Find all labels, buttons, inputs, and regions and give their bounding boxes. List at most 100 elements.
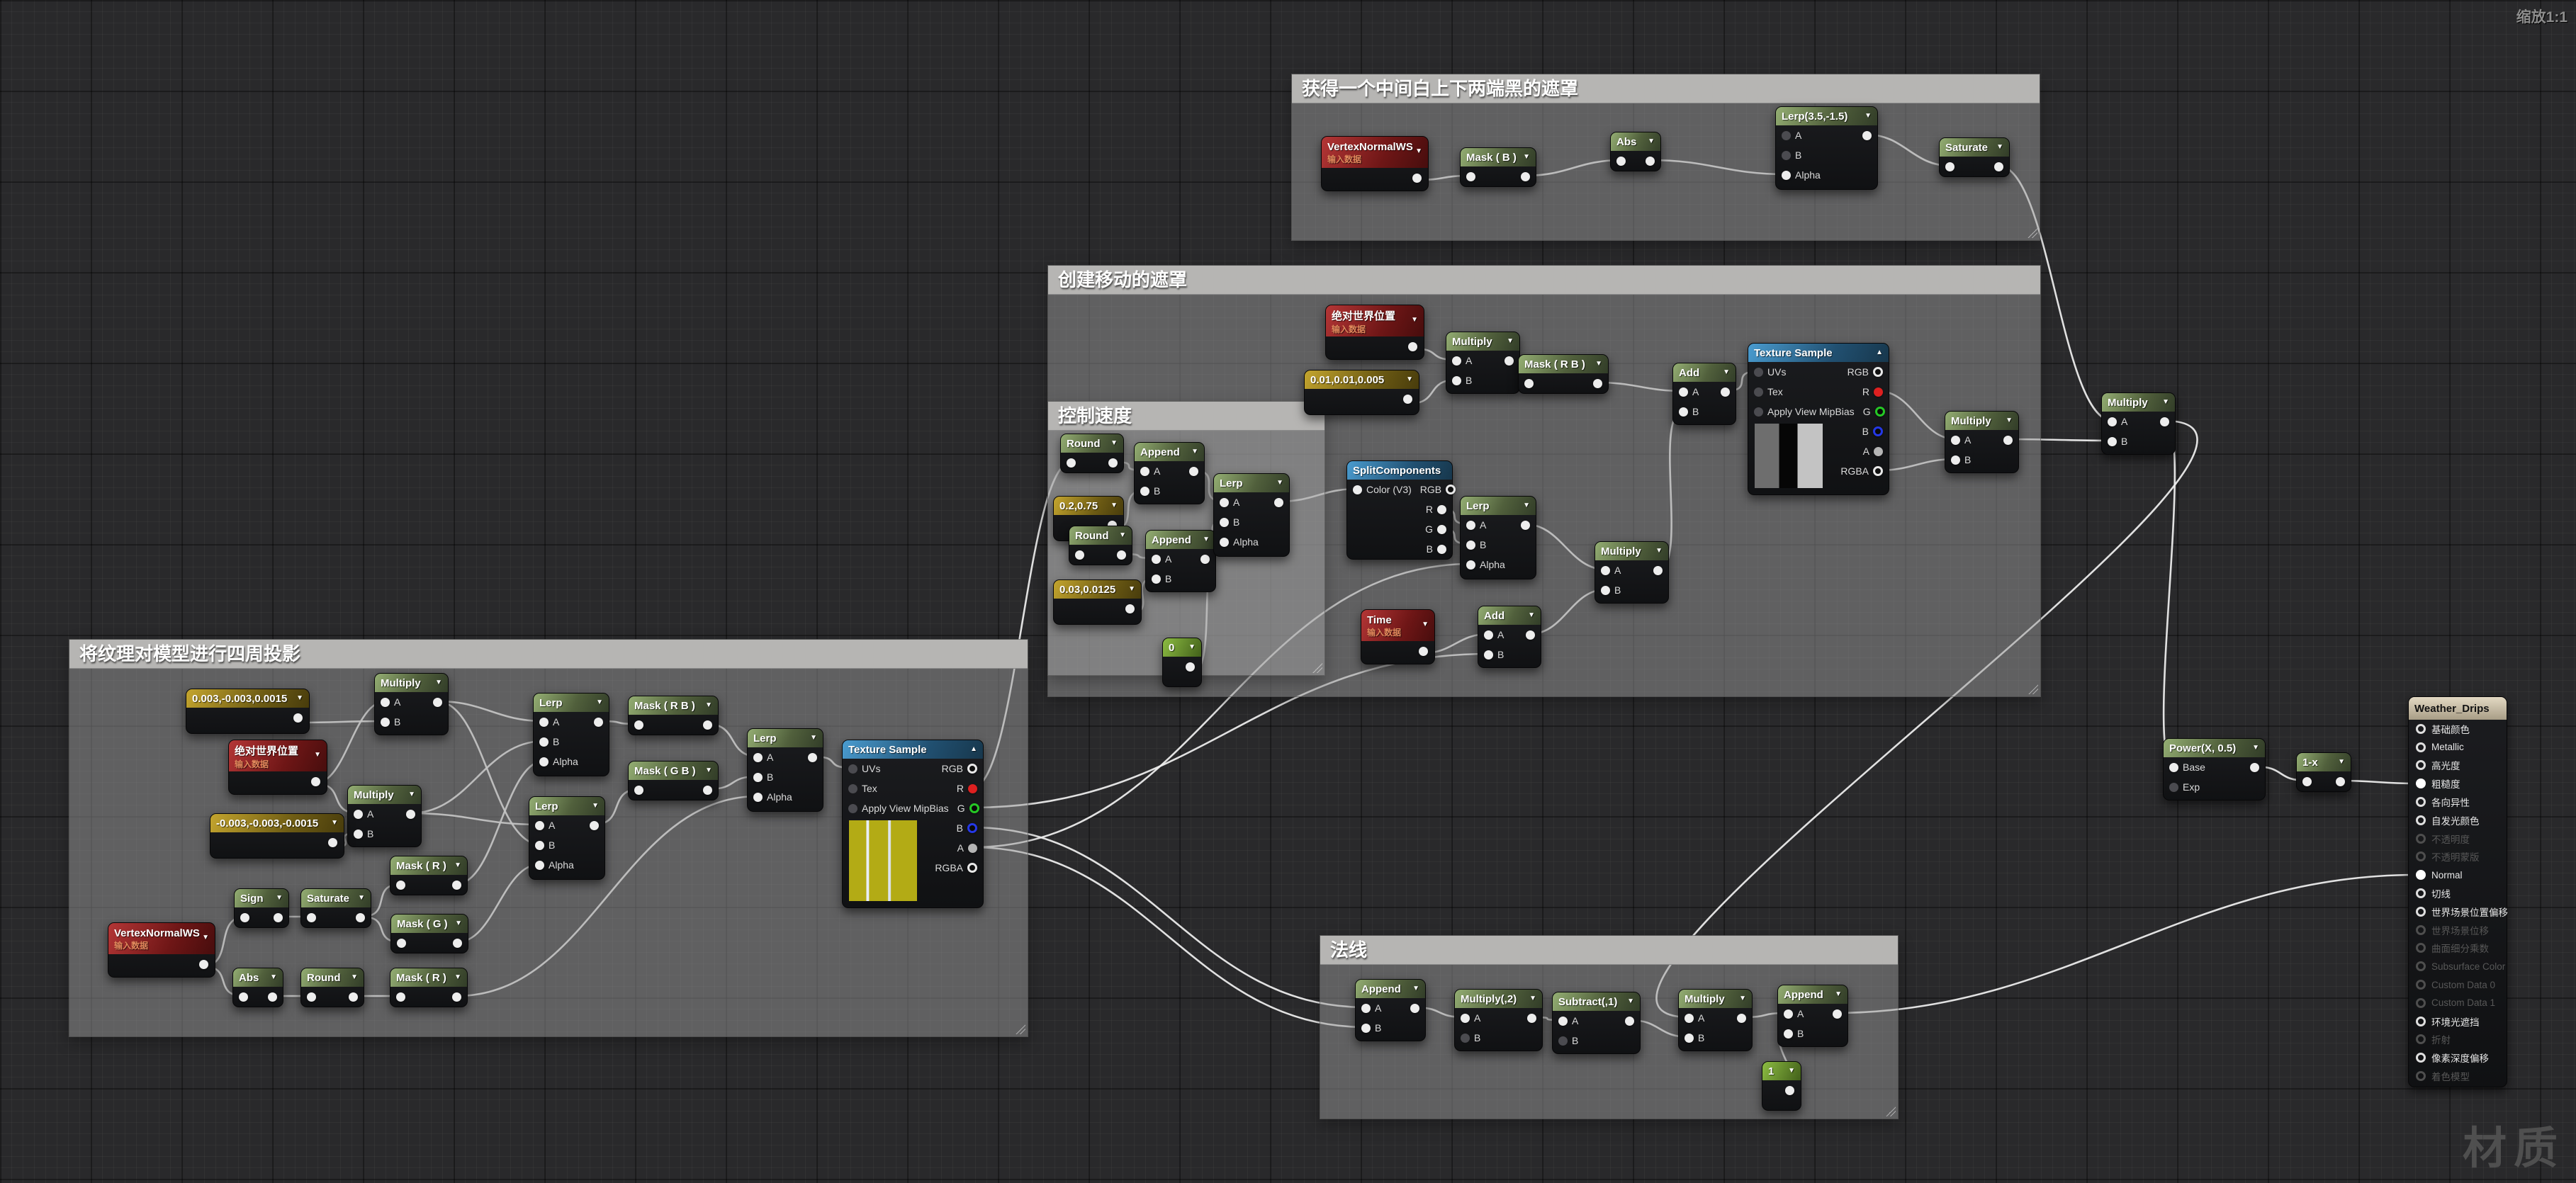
node-header[interactable]: 0.2,0.75▼	[1054, 497, 1123, 515]
output-pin-RGB[interactable]	[967, 764, 977, 774]
chevron-down-icon[interactable]: ▼	[1115, 532, 1126, 539]
node-header[interactable]: Round▼	[1061, 434, 1123, 453]
chevron-down-icon[interactable]: ▼	[1411, 148, 1422, 155]
node-lerp-speed[interactable]: Lerp▼ABAlpha	[1213, 473, 1290, 557]
node-header[interactable]: 绝对世界位置输入数据▼	[1326, 305, 1424, 336]
chevron-down-icon[interactable]: ▼	[1408, 985, 1419, 992]
input-pin-A[interactable]	[535, 821, 544, 830]
chevron-down-icon[interactable]: ▼	[1524, 612, 1535, 619]
output-pin-RGB[interactable]	[1873, 367, 1883, 377]
chevron-down-icon[interactable]: ▼	[450, 974, 461, 981]
output-pin-B[interactable]	[1873, 426, 1883, 436]
material-pin[interactable]	[2416, 742, 2426, 752]
output-pin-RGBA[interactable]	[1873, 466, 1883, 476]
node-mul-far[interactable]: Multiply▼AB	[2101, 392, 2176, 455]
output-pin[interactable]	[1117, 550, 1126, 560]
node-header[interactable]: Power(X, 0.5)▼	[2164, 739, 2265, 757]
chevron-down-icon[interactable]: ▼	[198, 934, 209, 941]
output-pin-B[interactable]	[1437, 545, 1446, 554]
node-const-a[interactable]: 0.003,-0.003,0.0015▼	[186, 689, 310, 734]
input-pin-in[interactable]	[1466, 172, 1475, 181]
node-append1[interactable]: Append▼AB	[1134, 442, 1205, 504]
node-mul-n[interactable]: Multiply▼AB	[1678, 989, 1753, 1051]
node-ts-mid[interactable]: Texture Sample▲UVsRGBTexRApply View MipB…	[1748, 343, 1889, 495]
chevron-down-icon[interactable]: ▼	[431, 679, 442, 686]
input-pin-Exp[interactable]	[2169, 783, 2178, 792]
node-header[interactable]: Mask ( G )▼	[391, 915, 468, 933]
chevron-down-icon[interactable]: ▼	[1519, 154, 1530, 161]
node-append2[interactable]: Append▼AB	[1145, 530, 1216, 592]
chevron-down-icon[interactable]: ▼	[450, 862, 461, 869]
output-pin[interactable]	[703, 720, 712, 730]
node-round-l[interactable]: Round▼	[300, 968, 364, 1007]
output-pin[interactable]	[1274, 498, 1283, 507]
node-lerp-l2[interactable]: Lerp▼ABAlpha	[529, 796, 605, 880]
node-header[interactable]: Lerp▼	[1461, 497, 1536, 515]
output-pin-G[interactable]	[1875, 407, 1885, 417]
output-pin[interactable]	[1653, 566, 1663, 575]
input-pin-A[interactable]	[354, 810, 363, 819]
node-header[interactable]: Weather_Drips	[2409, 697, 2507, 720]
node-header[interactable]: VertexNormalWS输入数据▼	[108, 923, 215, 954]
node-header[interactable]: Multiply▼	[1446, 332, 1519, 351]
node-sat-l[interactable]: Saturate▼	[300, 888, 371, 928]
input-pin-B[interactable]	[1684, 1034, 1694, 1043]
output-pin[interactable]	[594, 718, 603, 727]
node-header[interactable]: 1▼	[1762, 1062, 1801, 1080]
node-append-n1[interactable]: Append▼AB	[1355, 979, 1426, 1041]
output-pin[interactable]	[1521, 521, 1530, 530]
input-pin-color[interactable]	[1353, 485, 1362, 494]
output-pin[interactable]	[452, 881, 461, 890]
node-awp-mid[interactable]: 绝对世界位置输入数据▼	[1325, 305, 1424, 360]
output-pin-G[interactable]	[1437, 525, 1446, 534]
output-pin-G[interactable]	[969, 803, 979, 813]
output-pin[interactable]	[1412, 174, 1422, 183]
node-mul-left1[interactable]: Multiply▼AB	[374, 673, 449, 735]
input-pin-Alpha[interactable]	[1782, 171, 1791, 180]
output-pin[interactable]	[1833, 1009, 1842, 1019]
node-mul-mid2[interactable]: Multiply▼AB	[1945, 411, 2019, 473]
node-header[interactable]: Texture Sample▲	[1748, 344, 1889, 362]
chevron-down-icon[interactable]: ▼	[1407, 317, 1418, 324]
input-pin-B[interactable]	[753, 773, 763, 782]
input-pin-B[interactable]	[1461, 1034, 1470, 1043]
node-header[interactable]: Multiply▼	[2102, 393, 2175, 412]
output-pin[interactable]	[2003, 436, 2013, 445]
comment-resize-handle[interactable]	[2027, 228, 2037, 238]
input-pin-in[interactable]	[634, 720, 643, 730]
node-awp-left[interactable]: 绝对世界位置输入数据▼	[228, 740, 327, 795]
chevron-down-icon[interactable]: ▼	[1198, 536, 1210, 543]
node-header[interactable]: Subtract(,1)▼	[1553, 992, 1640, 1011]
input-pin-in[interactable]	[2302, 777, 2312, 786]
output-pin[interactable]	[2160, 417, 2169, 426]
comment-resize-handle[interactable]	[1016, 1024, 1025, 1034]
chevron-down-icon[interactable]: ▼	[1784, 1068, 1795, 1075]
material-pin[interactable]	[2416, 1017, 2426, 1026]
input-pin-in[interactable]	[240, 913, 249, 922]
material-pin[interactable]	[2416, 888, 2426, 898]
input-pin-A[interactable]	[1461, 1014, 1470, 1023]
material-pin[interactable]	[2416, 760, 2426, 770]
node-append-n2[interactable]: Append▼AB	[1777, 985, 1848, 1047]
input-pin-B[interactable]	[1679, 407, 1688, 417]
chevron-down-icon[interactable]: ▼	[1187, 448, 1198, 455]
node-header[interactable]: Multiply▼	[1945, 412, 2018, 430]
node-power[interactable]: Power(X, 0.5)▼BaseExp	[2163, 738, 2266, 800]
node-vnws-top[interactable]: VertexNormalWS输入数据▼	[1321, 136, 1429, 191]
material-pin[interactable]	[2416, 834, 2426, 844]
input-pin-in[interactable]	[1524, 379, 1534, 388]
output-pin[interactable]	[1504, 356, 1514, 366]
input-pin-A[interactable]	[1951, 436, 1960, 445]
output-pin[interactable]	[1737, 1014, 1746, 1023]
chevron-down-icon[interactable]: ▼	[592, 699, 603, 706]
output-pin[interactable]	[808, 753, 817, 762]
material-pin[interactable]	[2416, 779, 2426, 788]
input-pin-A[interactable]	[1784, 1009, 1793, 1019]
chevron-down-icon[interactable]: ▼	[1106, 440, 1118, 447]
node-mask-b-top[interactable]: Mask ( B )▼	[1460, 147, 1536, 187]
input-pin-A[interactable]	[1679, 387, 1688, 397]
node-header[interactable]: 0.01,0.01,0.005▼	[1305, 370, 1419, 389]
node-header[interactable]: VertexNormalWS输入数据▼	[1322, 137, 1428, 168]
node-header[interactable]: Saturate▼	[1940, 138, 2009, 157]
chevron-down-icon[interactable]: ▼	[271, 895, 283, 902]
